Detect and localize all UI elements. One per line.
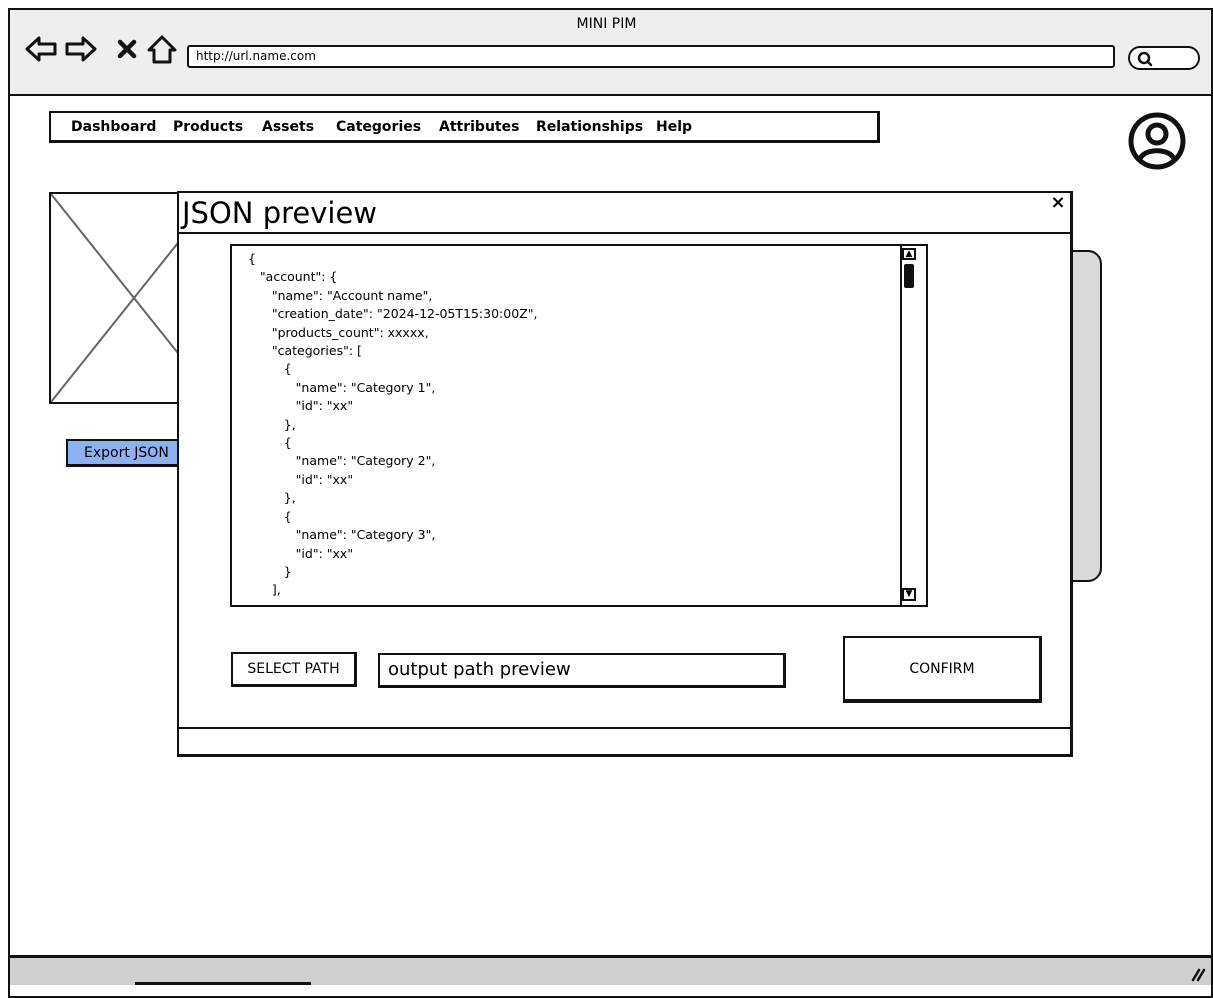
scroll-up-arrow-icon[interactable]: ▲ — [902, 248, 916, 260]
menu-item-assets[interactable]: Assets — [262, 119, 314, 135]
json-preview-box[interactable]: { "account": { "name": "Account name", "… — [230, 244, 928, 607]
json-preview-text: { "account": { "name": "Account name", "… — [248, 251, 538, 598]
menu-item-dashboard[interactable]: Dashboard — [71, 119, 156, 135]
user-avatar-icon[interactable] — [1128, 112, 1186, 170]
scroll-thumb[interactable] — [904, 264, 914, 288]
select-path-button[interactable]: SELECT PATH — [231, 652, 357, 687]
browser-search-field[interactable] — [1128, 46, 1200, 70]
forward-arrow-icon[interactable] — [64, 34, 98, 64]
home-icon[interactable] — [146, 34, 178, 64]
status-bar — [10, 955, 1211, 985]
top-menu-bar: Dashboard Products Assets Categories Att… — [49, 111, 880, 143]
confirm-button[interactable]: CONFIRM — [843, 636, 1042, 703]
url-bar[interactable]: http://url.name.com — [187, 45, 1115, 68]
output-path-field[interactable]: output path preview — [378, 653, 786, 688]
menu-item-attributes[interactable]: Attributes — [439, 119, 519, 135]
modal-header-divider — [179, 232, 1071, 234]
modal-footer-divider — [179, 727, 1071, 729]
stop-x-icon[interactable] — [116, 34, 138, 64]
modal-title: JSON preview — [182, 196, 378, 230]
scroll-down-arrow-icon[interactable]: ▼ — [902, 588, 916, 601]
menu-item-help[interactable]: Help — [656, 119, 692, 135]
json-scrollbar[interactable] — [900, 246, 918, 605]
menu-item-relationships[interactable]: Relationships — [536, 119, 643, 135]
menu-item-products[interactable]: Products — [173, 119, 243, 135]
search-icon — [1137, 51, 1153, 67]
close-icon[interactable]: × — [1048, 193, 1068, 213]
resize-grip-icon[interactable] — [1185, 962, 1207, 984]
back-arrow-icon[interactable] — [24, 34, 58, 64]
window-title: MINI PIM — [576, 16, 637, 32]
menu-item-categories[interactable]: Categories — [336, 119, 421, 135]
